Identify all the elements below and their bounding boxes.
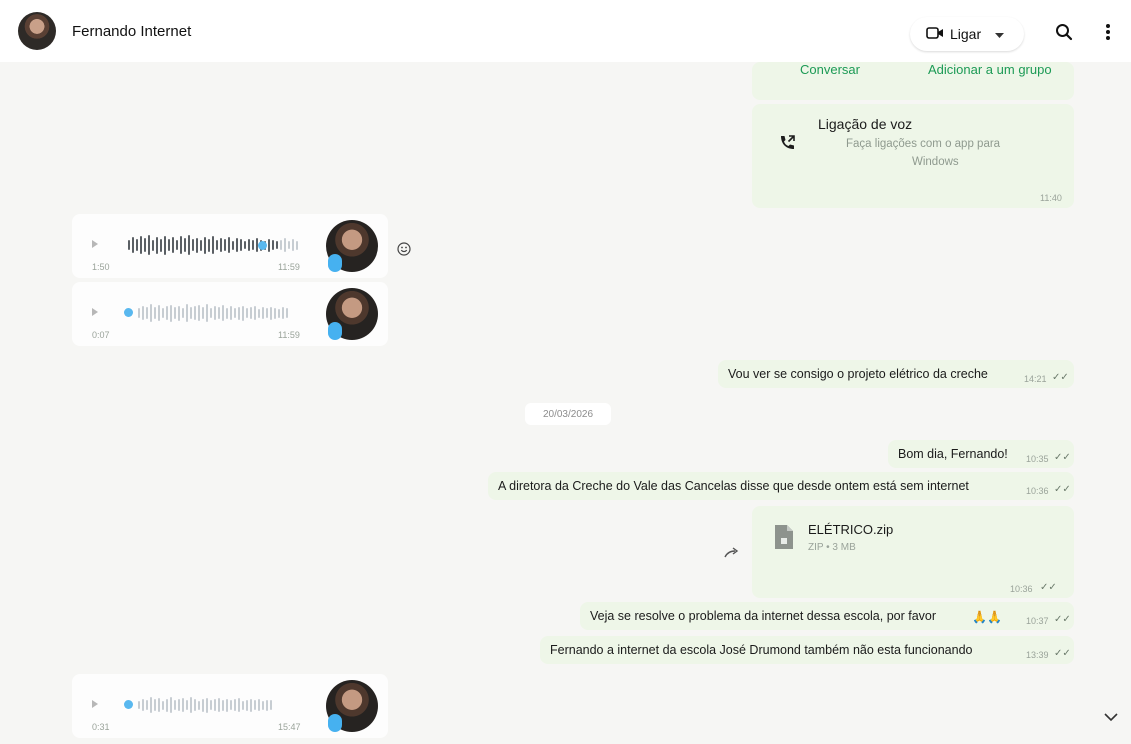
message-bubble: Veja se resolve o problema da internet d… — [580, 602, 1074, 630]
audio-waveform[interactable] — [128, 234, 298, 256]
call-button[interactable]: Ligar — [910, 17, 1024, 51]
praying-hands-emoji-icon: 🙏🙏 — [972, 610, 1002, 624]
message-time: 13:39 — [1026, 650, 1049, 660]
contact-card-bubble: Conversar Adicionar a um grupo — [752, 62, 1074, 100]
play-icon[interactable] — [92, 308, 98, 316]
message-time: 10:36 — [1026, 486, 1049, 496]
voice-note-bubble: 0:07 11:59 — [72, 282, 388, 346]
read-ticks-icon: ✓✓ — [1052, 372, 1069, 383]
emoji-reaction-icon[interactable] — [397, 242, 411, 261]
more-options-button[interactable] — [1092, 18, 1124, 50]
read-ticks-icon: ✓✓ — [1040, 582, 1057, 593]
call-button-label: Ligar — [950, 26, 982, 42]
voice-call-description-1: Faça ligações com o app para — [846, 138, 1001, 150]
audio-waveform[interactable] — [138, 694, 272, 716]
more-vertical-icon — [1105, 23, 1111, 46]
voice-note-duration: 0:31 — [92, 722, 110, 732]
message-text: Veja se resolve o problema da internet d… — [590, 609, 937, 623]
chat-area[interactable]: Conversar Adicionar a um grupo Ligação d… — [0, 62, 1131, 744]
voice-call-description-2: Windows — [912, 156, 959, 168]
file-time: 10:36 — [1010, 584, 1033, 594]
voice-note-bubble: 0:31 15:47 — [72, 674, 388, 738]
read-ticks-icon: ✓✓ — [1054, 614, 1071, 625]
message-text: Bom dia, Fernando! — [898, 447, 1008, 461]
file-name: ELÉTRICO.zip — [808, 522, 894, 537]
message-time: 10:37 — [1026, 616, 1049, 626]
message-bubble: Vou ver se consigo o projeto elétrico da… — [718, 360, 1074, 388]
scroll-to-bottom-button[interactable] — [1098, 705, 1124, 731]
read-ticks-icon: ✓✓ — [1054, 452, 1071, 463]
file-bubble[interactable]: ELÉTRICO.zip ZIP • 3 MB 10:36 ✓✓ — [752, 506, 1074, 598]
search-button[interactable] — [1048, 18, 1080, 50]
file-zip-icon — [774, 524, 794, 555]
chat-header: Fernando Internet Ligar — [0, 0, 1131, 62]
message-text: Fernando a internet da escola José Drumo… — [550, 643, 973, 657]
date-separator: 20/03/2026 — [525, 403, 611, 425]
playback-knob[interactable] — [258, 241, 267, 250]
message-text: Vou ver se consigo o projeto elétrico da… — [728, 367, 988, 381]
voice-call-time: 11:40 — [1040, 193, 1062, 203]
phone-outgoing-icon — [778, 134, 796, 157]
voice-call-title: Ligação de voz — [818, 116, 913, 132]
play-icon[interactable] — [92, 240, 98, 248]
message-bubble: Fernando a internet da escola José Drumo… — [540, 636, 1074, 664]
playback-knob[interactable] — [124, 700, 133, 709]
add-to-group-button[interactable]: Adicionar a um grupo — [928, 62, 1052, 77]
voice-note-time: 15:47 — [278, 722, 301, 732]
message-time: 10:35 — [1026, 454, 1049, 464]
search-icon — [1055, 23, 1073, 46]
playback-knob[interactable] — [124, 308, 133, 317]
forward-icon[interactable] — [724, 546, 740, 564]
voice-note-duration: 1:50 — [92, 262, 110, 272]
chevron-down-icon — [995, 26, 1005, 42]
message-time: 14:21 — [1024, 374, 1047, 384]
message-bubble: Bom dia, Fernando! 10:35 ✓✓ — [888, 440, 1074, 468]
microphone-icon — [328, 714, 342, 732]
video-camera-icon — [926, 26, 944, 43]
contact-name[interactable]: Fernando Internet — [72, 23, 191, 40]
chat-contact-button[interactable]: Conversar — [800, 62, 860, 77]
chevron-down-icon — [1104, 709, 1118, 727]
contact-avatar[interactable] — [18, 12, 56, 50]
microphone-icon — [328, 254, 342, 272]
microphone-icon — [328, 322, 342, 340]
voice-note-time: 11:59 — [278, 262, 300, 272]
read-ticks-icon: ✓✓ — [1054, 648, 1071, 659]
voice-note-bubble: 1:50 11:59 — [72, 214, 388, 278]
file-meta: ZIP • 3 MB — [808, 542, 856, 553]
voice-note-duration: 0:07 — [92, 330, 110, 340]
voice-call-bubble: Ligação de voz Faça ligações com o app p… — [752, 104, 1074, 208]
play-icon[interactable] — [92, 700, 98, 708]
message-bubble: A diretora da Creche do Vale das Cancela… — [488, 472, 1074, 500]
voice-note-time: 11:59 — [278, 330, 300, 340]
audio-waveform[interactable] — [138, 302, 288, 324]
read-ticks-icon: ✓✓ — [1054, 484, 1071, 495]
message-text: A diretora da Creche do Vale das Cancela… — [498, 479, 969, 493]
